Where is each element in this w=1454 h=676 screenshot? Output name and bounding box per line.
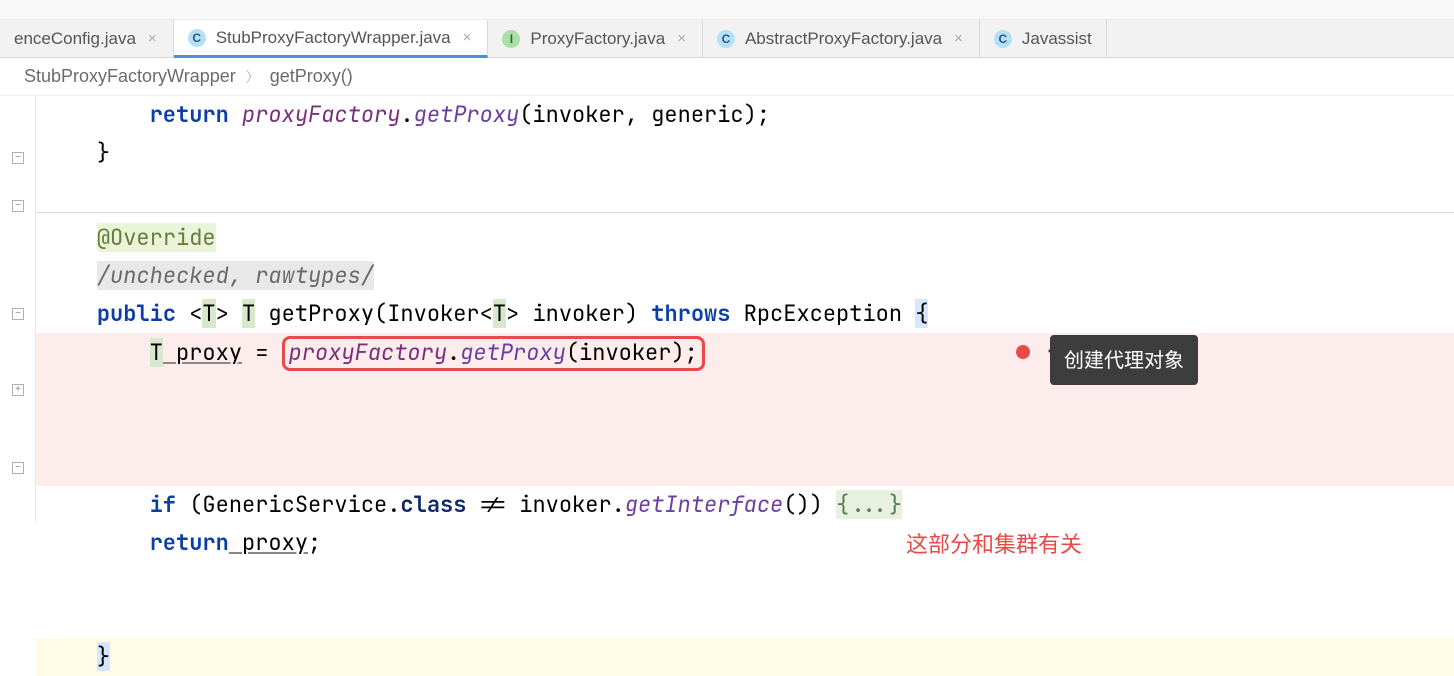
annotation-tooltip: 创建代理对象 [1050, 335, 1198, 385]
keyword-return: return [150, 528, 229, 557]
tab-label: ProxyFactory.java [530, 29, 665, 49]
code-line[interactable]: if (GenericService.class != invoker.getI… [36, 486, 1454, 524]
suppress-fold[interactable]: /unchecked, rawtypes/ [97, 261, 374, 290]
code-line[interactable]: public <T> T getProxy(Invoker<T> invoker… [36, 295, 1454, 333]
close-icon[interactable]: × [952, 31, 965, 46]
tab-label: enceConfig.java [14, 29, 136, 49]
fold-collapse-icon[interactable]: − [12, 152, 24, 164]
editor-area: − − − + − return proxyFactory.getProxy(i… [0, 96, 1454, 522]
tab-proxyfactory[interactable]: I ProxyFactory.java × [488, 20, 703, 57]
code-line-highlighted[interactable]: T proxy = proxyFactory.getProxy(invoker)… [36, 333, 1454, 486]
code-line[interactable]: return proxyFactory.getProxy(invoker, ge… [36, 96, 1454, 134]
chevron-right-icon: 〉 [246, 67, 260, 87]
gutter[interactable]: − − − + − [0, 96, 36, 522]
class-icon: C [994, 30, 1012, 48]
code-line[interactable] [36, 172, 1454, 210]
code-editor[interactable]: return proxyFactory.getProxy(invoker, ge… [36, 96, 1454, 522]
keyword-public: public [97, 299, 176, 328]
interface-icon: I [502, 30, 520, 48]
method-call: getProxy [414, 100, 520, 129]
annotation-note: 这部分和集群有关 [906, 526, 1082, 564]
close-icon[interactable]: × [146, 31, 159, 46]
tab-label: Javassist [1022, 29, 1092, 49]
annotation-override: @Override [97, 223, 216, 252]
code-line[interactable]: } [36, 638, 1454, 676]
folded-block[interactable]: {...} [836, 490, 902, 519]
class-icon: C [188, 29, 206, 47]
highlighted-expression: proxyFactory.getProxy(invoker); [282, 336, 705, 371]
keyword-throws: throws [651, 299, 730, 328]
fold-collapse-icon[interactable]: − [12, 200, 24, 212]
breadcrumb-method[interactable]: getProxy() [270, 66, 353, 87]
red-dot-icon [1016, 345, 1030, 359]
tab-stubproxyfactorywrapper[interactable]: C StubProxyFactoryWrapper.java × [174, 20, 489, 58]
keyword-if: if [150, 490, 176, 519]
tab-javassist[interactable]: C Javassist [980, 20, 1107, 57]
code-line[interactable]: return proxy; 这部分和集群有关 [36, 524, 1454, 638]
code-line[interactable]: @Override [36, 219, 1454, 257]
close-icon[interactable]: × [675, 31, 688, 46]
top-nav-partial [0, 0, 1454, 20]
close-icon[interactable]: × [461, 30, 474, 45]
tab-enceconfig[interactable]: enceConfig.java × [0, 20, 174, 57]
tab-label: StubProxyFactoryWrapper.java [216, 28, 451, 48]
tab-abstractproxyfactory[interactable]: C AbstractProxyFactory.java × [703, 20, 980, 57]
editor-tabs-bar: enceConfig.java × C StubProxyFactoryWrap… [0, 20, 1454, 58]
fold-expand-icon[interactable]: + [12, 384, 24, 396]
keyword-class: class [400, 490, 466, 519]
code-line[interactable]: /unchecked, rawtypes/ [36, 257, 1454, 295]
code-line[interactable]: } [36, 134, 1454, 172]
tab-label: AbstractProxyFactory.java [745, 29, 942, 49]
breadcrumb-class[interactable]: StubProxyFactoryWrapper [24, 66, 236, 87]
class-icon: C [717, 30, 735, 48]
fold-collapse-icon[interactable]: − [12, 308, 24, 320]
breadcrumb[interactable]: StubProxyFactoryWrapper 〉 getProxy() [0, 58, 1454, 96]
keyword-return: return [150, 100, 229, 129]
field-ref: proxyFactory [242, 100, 400, 129]
method-separator [36, 212, 1454, 213]
fold-collapse-icon[interactable]: − [12, 462, 24, 474]
